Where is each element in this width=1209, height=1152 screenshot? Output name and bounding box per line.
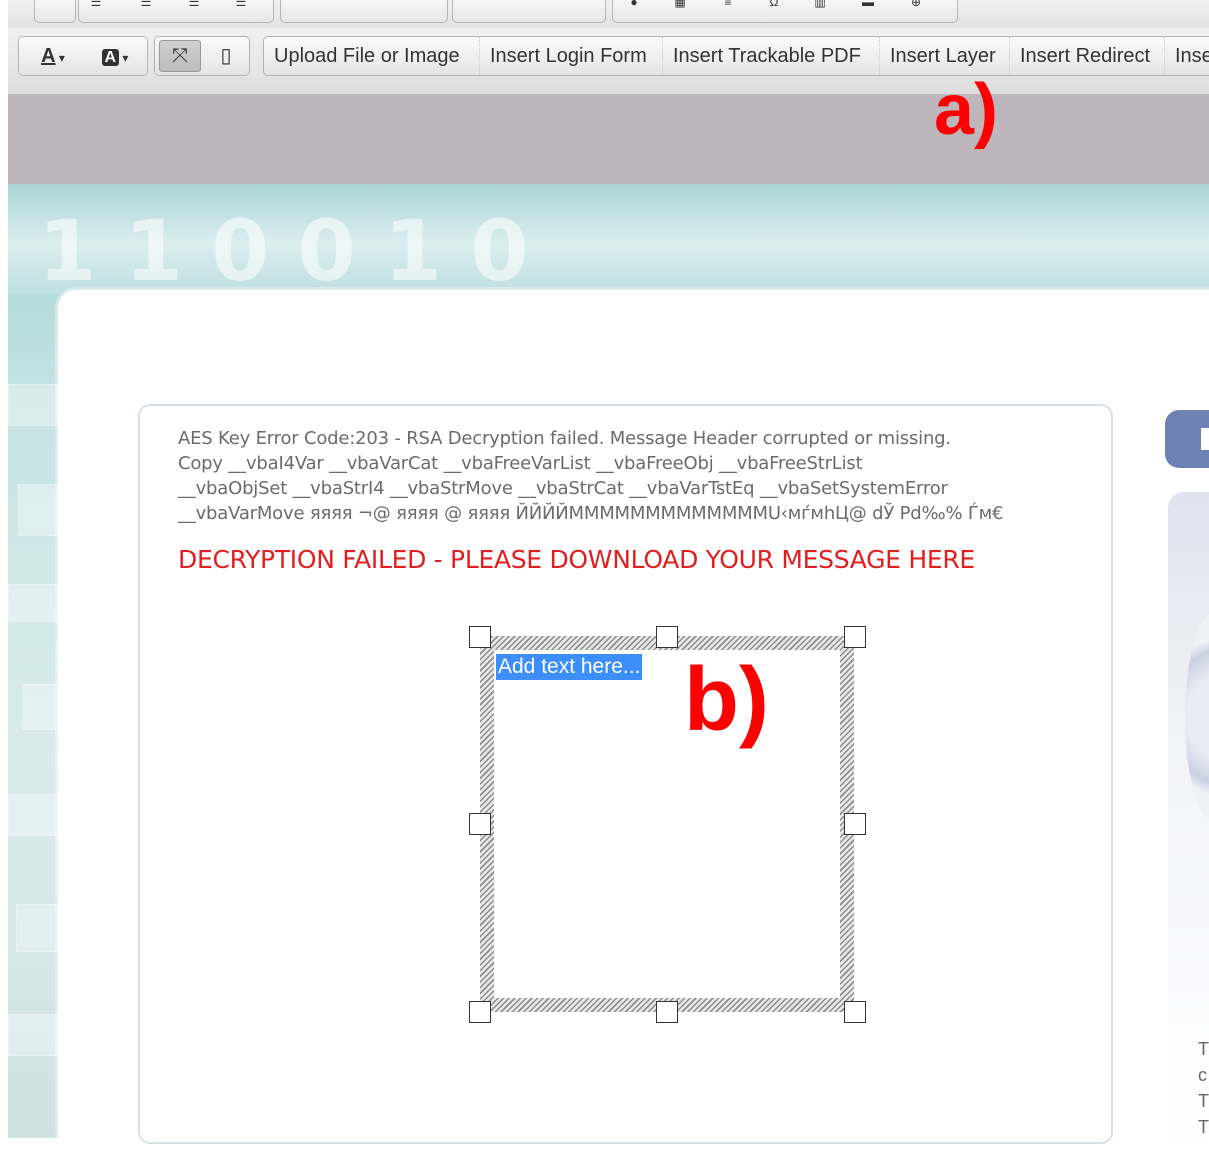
header-band xyxy=(8,94,1209,184)
editor-toolbar: A ▾ A ▾ ⤧ ▯ Upload File or Image Insert … xyxy=(8,28,1209,95)
toolbar-group-source[interactable] xyxy=(34,0,76,23)
text-color-button[interactable]: A ▾ xyxy=(27,37,79,75)
insert-trackable-pdf-button[interactable]: Insert Trackable PDF xyxy=(663,37,880,75)
maximize-button[interactable]: ⤧ xyxy=(159,40,201,72)
sidebar-tab-icon xyxy=(1201,428,1209,450)
align-justify-icon[interactable]: ☰ xyxy=(234,0,248,9)
template-icon[interactable]: ▥ xyxy=(813,0,827,9)
tile xyxy=(18,484,60,536)
error-line: Copy __vbaI4Var __vbaVarCat __vbaFreeVar… xyxy=(178,453,863,474)
binary-watermark: 110010 xyxy=(38,202,557,300)
sidebar-text-line: T xyxy=(1198,1117,1209,1137)
globe-icon[interactable]: ⊕ xyxy=(909,0,923,9)
tile xyxy=(8,1014,60,1056)
toolbar-group-align[interactable]: ☰ ☰ ☰ ☰ xyxy=(78,0,274,23)
resize-handle-top-right[interactable] xyxy=(844,626,866,648)
align-left-icon[interactable]: ☰ xyxy=(89,0,103,9)
insert-login-form-button[interactable]: Insert Login Form xyxy=(480,37,663,75)
decryption-failed-headline[interactable]: DECRYPTION FAILED - PLEASE DOWNLOAD YOUR… xyxy=(178,545,975,574)
sidebar-text-line: T xyxy=(1198,1091,1209,1111)
show-blocks-button[interactable]: ▯ xyxy=(205,37,247,75)
insert-more-button[interactable]: Inse xyxy=(1165,37,1209,75)
background-color-icon: A xyxy=(101,49,120,66)
resize-handle-bottom-center[interactable] xyxy=(656,1001,678,1023)
error-line: __vbaObjSet __vbaStrI4 __vbaStrMove __vb… xyxy=(178,478,948,499)
show-blocks-icon: ▯ xyxy=(220,45,232,67)
maximize-icon: ⤧ xyxy=(172,45,188,67)
error-line: AES Key Error Code:203 - RSA Decryption … xyxy=(178,428,951,449)
insert-group: Upload File or Image Insert Login Form I… xyxy=(263,36,1209,76)
resize-handle-bottom-left[interactable] xyxy=(469,1001,491,1023)
view-group: ⤧ ▯ xyxy=(154,36,250,76)
color-group: A ▾ A ▾ xyxy=(18,36,148,76)
chevron-down-icon: ▾ xyxy=(119,51,129,65)
tile xyxy=(22,684,60,730)
align-right-icon[interactable]: ☰ xyxy=(187,0,201,9)
sidebar-text-line: c xyxy=(1198,1065,1207,1085)
page-break-icon[interactable]: ▬ xyxy=(861,0,875,9)
insert-redirect-button[interactable]: Insert Redirect xyxy=(1010,37,1165,75)
resize-handle-top-center[interactable] xyxy=(656,626,678,648)
resize-handle-bottom-right[interactable] xyxy=(844,1001,866,1023)
layer-content[interactable]: Add text here... xyxy=(494,650,840,998)
layer-box[interactable]: Add text here... xyxy=(480,636,854,1012)
toolbar-group-media[interactable]: ● ▦ ≡ Ω ▥ ▬ ⊕ xyxy=(612,0,958,23)
toolbar-group-edit[interactable] xyxy=(452,0,606,23)
background-color-button[interactable]: A ▾ xyxy=(89,37,141,75)
upload-file-button[interactable]: Upload File or Image xyxy=(264,37,480,75)
sidebar-tab[interactable] xyxy=(1165,410,1209,468)
tile xyxy=(16,904,60,952)
horizontal-rule-icon[interactable]: ≡ xyxy=(721,0,735,9)
toolbar-group-insert[interactable] xyxy=(280,0,448,23)
layer-placeholder-text[interactable]: Add text here... xyxy=(496,654,643,680)
text-color-icon: A xyxy=(41,45,56,67)
sidebar-text: T c T T xyxy=(1198,1036,1209,1140)
tile xyxy=(8,384,58,426)
chevron-down-icon: ▾ xyxy=(55,51,65,65)
special-char-icon[interactable]: Ω xyxy=(767,0,781,9)
annotation-a: a) xyxy=(934,70,999,150)
align-center-icon[interactable]: ☰ xyxy=(139,0,153,9)
emoticon-icon[interactable]: ● xyxy=(627,0,641,9)
table-icon[interactable]: ▦ xyxy=(673,0,687,9)
sidebar-text-line: T xyxy=(1198,1039,1209,1059)
resize-handle-top-left[interactable] xyxy=(469,626,491,648)
resize-handle-middle-left[interactable] xyxy=(469,813,491,835)
tile xyxy=(8,584,60,622)
resize-handle-middle-right[interactable] xyxy=(844,813,866,835)
tile xyxy=(8,794,60,836)
top-toolbar: ☰ ☰ ☰ ☰ ● ▦ ≡ Ω ▥ ▬ ⊕ xyxy=(8,0,1209,29)
annotation-b: b) xyxy=(684,650,769,750)
error-message: AES Key Error Code:203 - RSA Decryption … xyxy=(178,426,1078,526)
error-line: __vbaVarMove яяяя ¬@ яяяя @ яяяя ЙЙЙЙMMM… xyxy=(178,503,1004,524)
